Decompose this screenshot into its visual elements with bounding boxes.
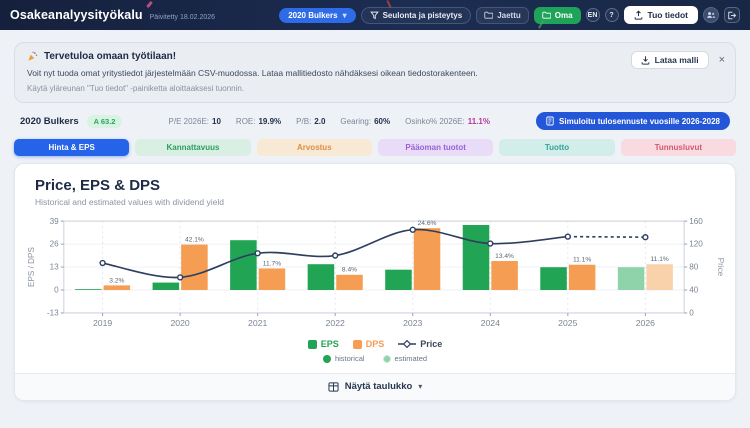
- stat-pb: P/B:2.0: [296, 117, 325, 126]
- stock-name: 2020 Bulkers: [20, 116, 79, 127]
- svg-text:13: 13: [50, 263, 60, 272]
- chart-subtitle: Historical and estimated values with div…: [35, 197, 715, 207]
- svg-text:42.1%: 42.1%: [185, 237, 204, 244]
- svg-text:2022: 2022: [326, 318, 345, 328]
- users-icon: [706, 11, 716, 19]
- topbar-actions: 2020 Bulkers ▾ Seulonta ja pisteytys Jae…: [279, 6, 740, 24]
- chart-legend: EPS DPS Price: [15, 339, 735, 349]
- svg-text:2021: 2021: [248, 318, 267, 328]
- tab-paaoman-tuotot[interactable]: Pääoman tuotot: [378, 139, 493, 156]
- svg-text:2023: 2023: [403, 318, 422, 328]
- party-popper-icon: [27, 51, 38, 62]
- folder-icon: [484, 11, 493, 19]
- card-footer: Näytä taulukko ▾: [15, 373, 735, 400]
- welcome-banner: Tervetuloa omaan työtilaan! Lataa malli …: [14, 42, 736, 103]
- chart-card: Price, EPS & DPS Historical and estimate…: [14, 163, 736, 401]
- close-icon[interactable]: ×: [719, 55, 725, 66]
- svg-text:24.6%: 24.6%: [418, 220, 437, 227]
- svg-text:Price: Price: [716, 258, 725, 277]
- chevron-down-icon: ▾: [343, 11, 347, 20]
- svg-text:2020: 2020: [170, 318, 189, 328]
- tab-tuotto[interactable]: Tuotto: [499, 139, 614, 156]
- svg-text:2025: 2025: [558, 318, 577, 328]
- language-button[interactable]: EN: [586, 8, 600, 22]
- tab-kannattavuus[interactable]: Kannattavuus: [135, 139, 250, 156]
- import-data-button[interactable]: Tuo tiedot: [624, 6, 698, 24]
- estimated-dot: [383, 355, 391, 363]
- folder-icon: [542, 11, 551, 19]
- users-button[interactable]: [703, 7, 719, 23]
- logout-icon: [727, 11, 737, 20]
- svg-text:2026: 2026: [636, 318, 655, 328]
- svg-text:11.1%: 11.1%: [651, 256, 669, 263]
- tab-tunnusluvut[interactable]: Tunnusluvut: [621, 139, 736, 156]
- banner-hint: Käytä yläreunan "Tuo tiedot" -painiketta…: [27, 84, 723, 93]
- banner-text: Voit nyt tuoda omat yritystiedot järjest…: [27, 68, 723, 78]
- stat-dividend-yield: Osinko% 2026E:11.1%: [405, 117, 490, 126]
- chart-title: Price, EPS & DPS: [35, 177, 715, 194]
- stat-gearing: Gearing:60%: [340, 117, 390, 126]
- shared-folder-button[interactable]: Jaettu: [476, 7, 529, 24]
- price-eps-dps-chart: 39 26 13 0 -13 160 120 80 40 0 2019 2020 2021 2022 202…: [15, 207, 735, 335]
- svg-text:11.7%: 11.7%: [263, 260, 281, 267]
- tab-hinta-eps[interactable]: Hinta & EPS: [14, 139, 129, 156]
- legend-price[interactable]: Price: [398, 339, 442, 349]
- svg-text:80: 80: [689, 263, 699, 272]
- svg-text:2024: 2024: [481, 318, 500, 328]
- svg-text:0: 0: [54, 286, 59, 295]
- banner-title: Tervetuloa omaan työtilaan!: [44, 51, 176, 62]
- stock-info-bar: 2020 Bulkers A 63.2 P/E 2026E:10 ROE:19.…: [20, 112, 730, 130]
- tab-arvostus[interactable]: Arvostus: [257, 139, 372, 156]
- svg-text:11.1%: 11.1%: [573, 257, 591, 264]
- screening-button[interactable]: Seulonta ja pisteytys: [361, 7, 472, 24]
- show-table-button[interactable]: Näytä taulukko ▾: [328, 381, 423, 392]
- svg-text:40: 40: [689, 286, 699, 295]
- legend-eps[interactable]: EPS: [308, 339, 339, 349]
- last-updated: Päivitetty 18.02.2026: [150, 14, 215, 21]
- dps-swatch: [353, 340, 362, 349]
- legend-estimated: estimated: [383, 354, 428, 363]
- download-template-button[interactable]: Lataa malli: [631, 51, 709, 69]
- svg-text:8.4%: 8.4%: [342, 267, 357, 274]
- svg-text:13.4%: 13.4%: [495, 253, 514, 260]
- svg-text:3.2%: 3.2%: [109, 277, 124, 284]
- download-icon: [641, 55, 650, 65]
- app-title: Osakeanalyysityökalu: [10, 8, 143, 22]
- help-button[interactable]: ?: [605, 8, 619, 22]
- filter-icon: [370, 11, 379, 20]
- rating-badge: A 63.2: [87, 115, 123, 128]
- chart-canvas: 39 26 13 0 -13 160 120 80 40 0 2019 2020 2021 2022 202…: [23, 215, 727, 335]
- svg-text:120: 120: [689, 240, 703, 249]
- upload-icon: [634, 10, 643, 20]
- brand: Osakeanalyysityökalu Päivitetty 18.02.20…: [10, 8, 215, 22]
- svg-text:0: 0: [689, 309, 694, 318]
- calculator-icon: [546, 116, 554, 126]
- svg-text:160: 160: [689, 217, 703, 226]
- stat-pe: P/E 2026E:10: [169, 117, 221, 126]
- company-select[interactable]: 2020 Bulkers ▾: [279, 8, 355, 23]
- logout-button[interactable]: [724, 7, 740, 23]
- top-bar: Osakeanalyysityökalu Päivitetty 18.02.20…: [0, 0, 750, 30]
- chevron-down-icon: ▾: [418, 382, 422, 391]
- chart-tabs: Hinta & EPS Kannattavuus Arvostus Pääoma…: [14, 139, 736, 156]
- svg-text:2019: 2019: [93, 318, 112, 328]
- svg-text:-13: -13: [47, 309, 59, 318]
- table-icon: [328, 382, 339, 392]
- svg-text:EPS / DPS: EPS / DPS: [27, 247, 36, 287]
- historical-dot: [323, 355, 331, 363]
- legend-dps[interactable]: DPS: [353, 339, 385, 349]
- chart-sublegend: historical estimated: [15, 354, 735, 363]
- simulate-forecast-button[interactable]: Simuloitu tulosennuste vuosille 2026-202…: [536, 112, 730, 130]
- key-stats: P/E 2026E:10 ROE:19.9% P/B:2.0 Gearing:6…: [169, 117, 490, 126]
- eps-swatch: [308, 340, 317, 349]
- legend-historical: historical: [323, 354, 365, 363]
- stat-roe: ROE:19.9%: [236, 117, 281, 126]
- svg-text:39: 39: [50, 217, 60, 226]
- svg-text:26: 26: [50, 240, 60, 249]
- price-line-icon: [398, 340, 416, 348]
